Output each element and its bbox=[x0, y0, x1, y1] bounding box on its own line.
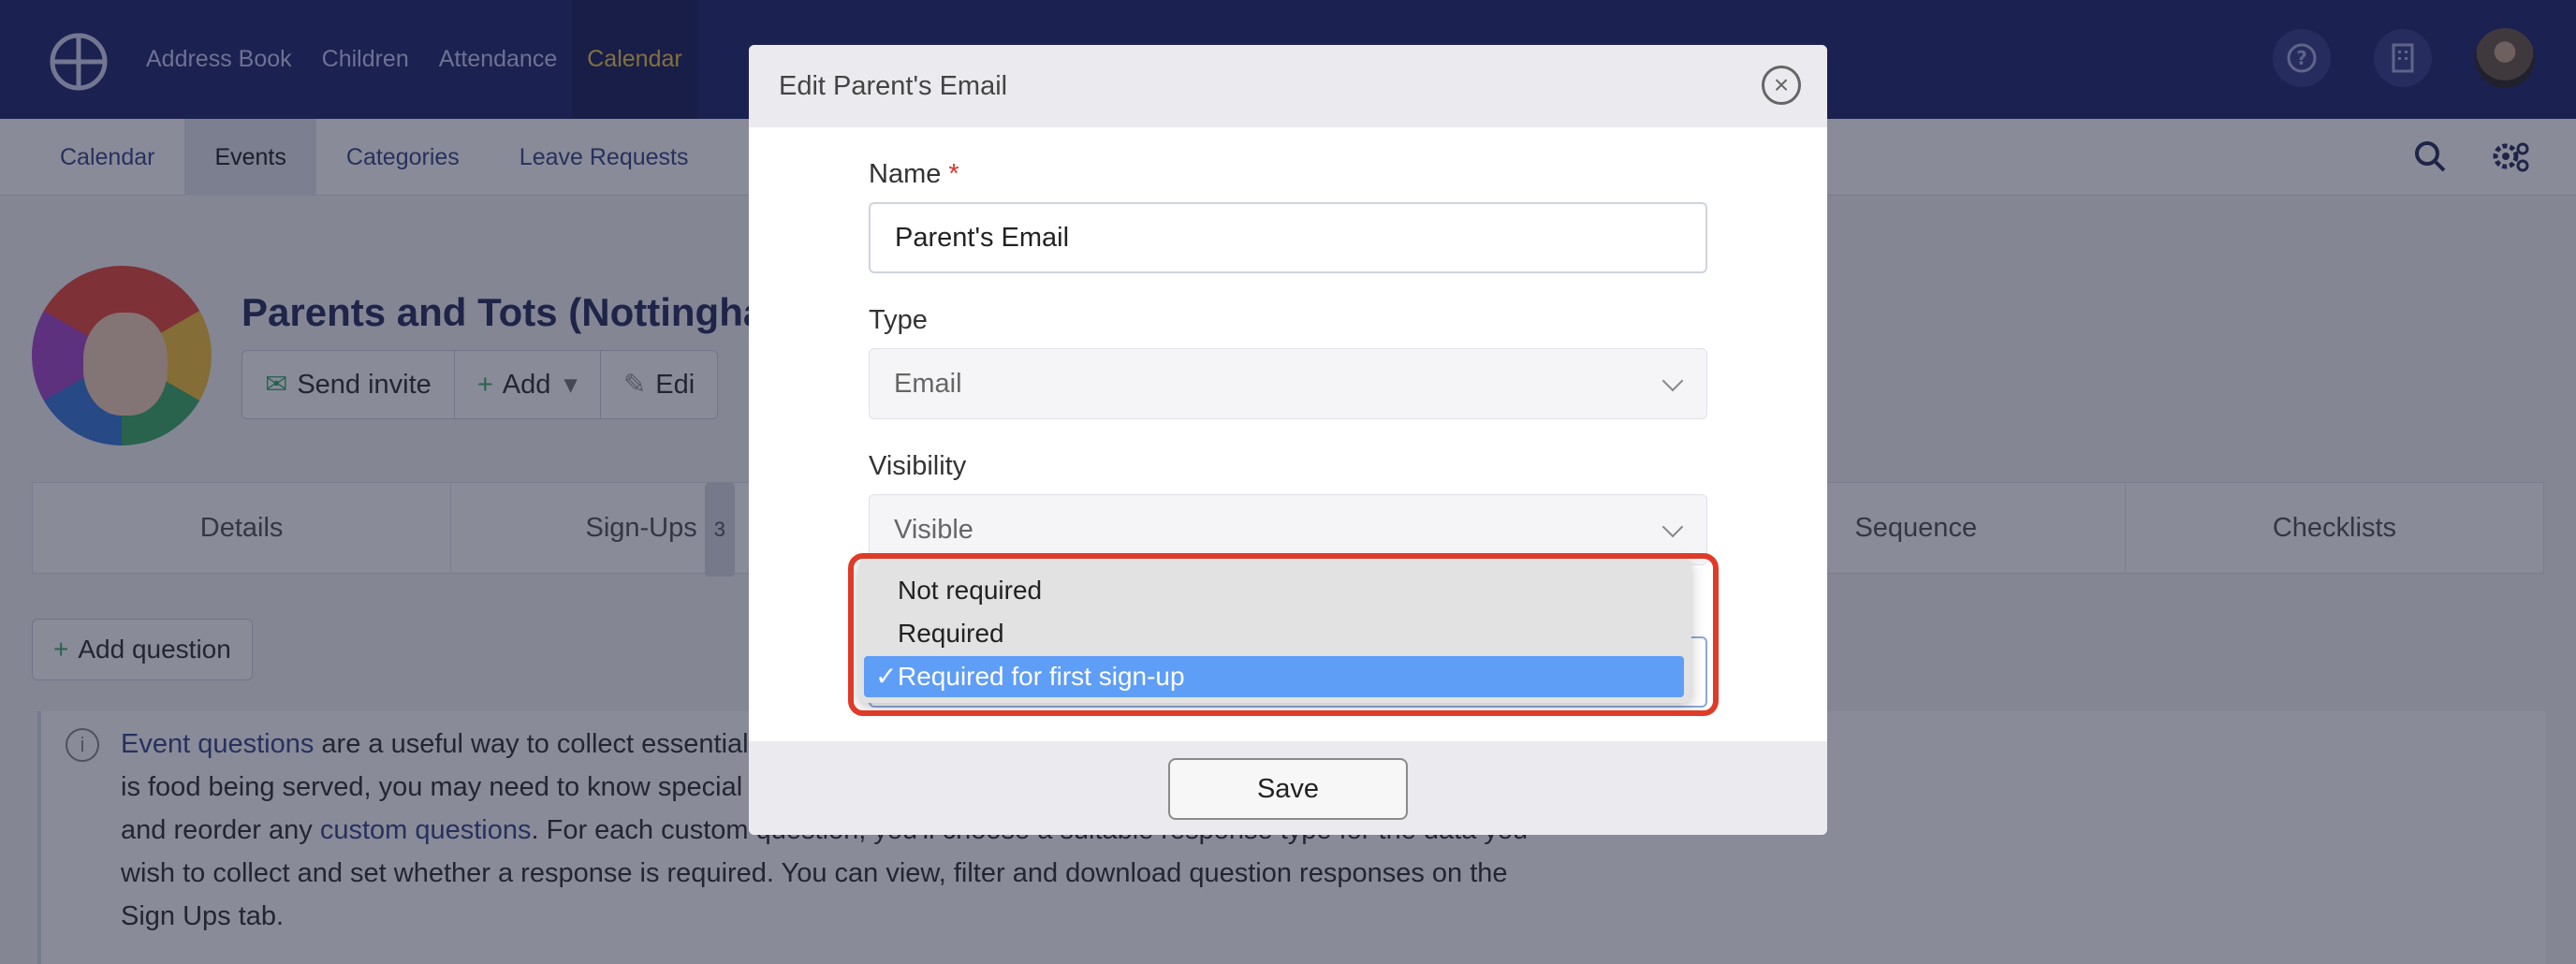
modal-title: Edit Parent's Email bbox=[779, 71, 1008, 101]
close-icon[interactable]: × bbox=[1762, 66, 1801, 105]
save-button[interactable]: Save bbox=[1168, 758, 1408, 820]
modal-header: Edit Parent's Email × bbox=[749, 45, 1827, 127]
type-label: Type bbox=[869, 305, 928, 335]
type-select[interactable]: Email bbox=[869, 348, 1707, 419]
chevron-down-icon bbox=[1661, 516, 1684, 538]
name-label: Name * bbox=[869, 159, 959, 189]
edit-question-modal: Edit Parent's Email × Name * Parent's Em… bbox=[749, 45, 1827, 835]
name-input[interactable]: Parent's Email bbox=[869, 202, 1707, 273]
chevron-down-icon bbox=[1661, 370, 1684, 392]
modal-footer: Save bbox=[749, 741, 1827, 835]
required-asterisk: * bbox=[948, 159, 959, 189]
visibility-label: Visibility bbox=[869, 451, 967, 481]
highlight-annotation bbox=[848, 553, 1719, 716]
